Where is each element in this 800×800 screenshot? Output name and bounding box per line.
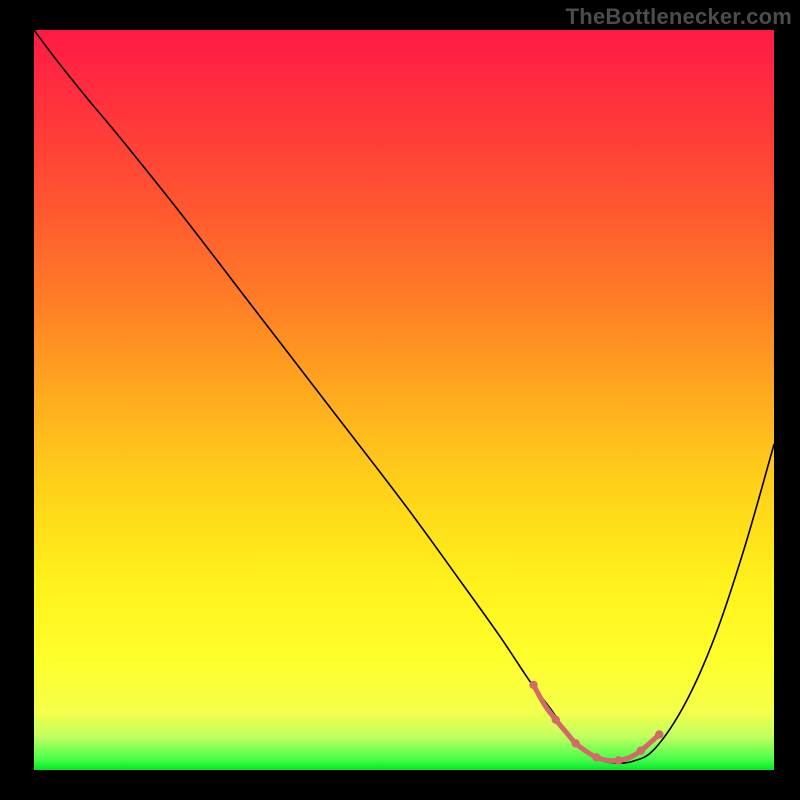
highlight-dot xyxy=(637,747,645,755)
highlight-dot xyxy=(529,681,537,689)
highlight-dot xyxy=(592,753,600,761)
chart-frame: TheBottlenecker.com xyxy=(0,0,800,800)
highlight-dot xyxy=(614,756,622,764)
highlight-dot xyxy=(571,739,579,747)
highlight-dot xyxy=(655,730,663,738)
plot-area xyxy=(34,30,774,770)
highlight-dot xyxy=(552,715,560,723)
gradient-background xyxy=(34,30,774,770)
bottleneck-chart-svg xyxy=(34,30,774,770)
watermark-text: TheBottlenecker.com xyxy=(566,4,792,30)
